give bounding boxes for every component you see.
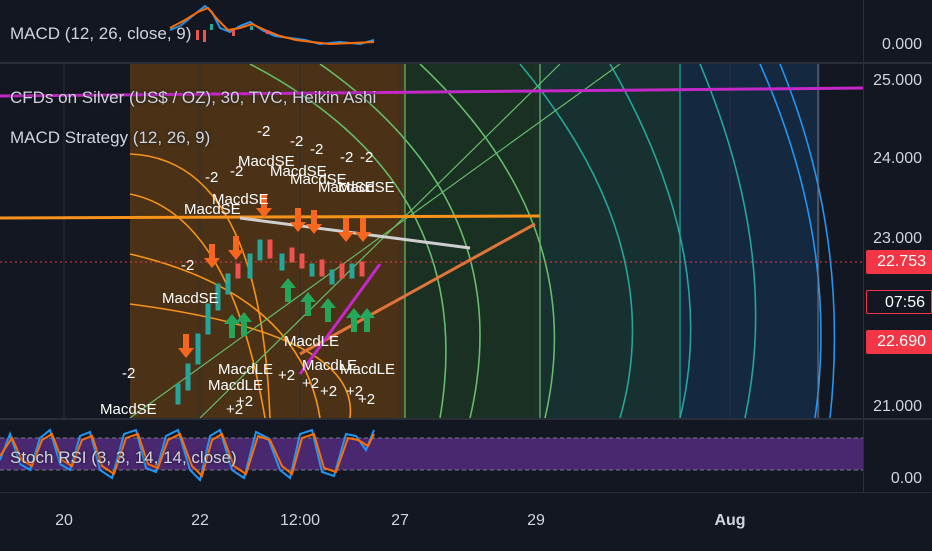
stoch-rsi-legend[interactable]: Stoch RSI (3, 3, 14, 14, close) [10, 448, 237, 468]
signal-label: MacdLE [208, 377, 263, 394]
macd-legend: MACD (12, 26, close, 9) [10, 24, 192, 43]
signal-label: MacdSE [100, 401, 157, 418]
macd-axis-tick: 0.000 [881, 36, 922, 53]
signal-qty: +2 [358, 391, 375, 408]
bar-countdown-badge: 07:56 [866, 290, 932, 314]
macd-pane[interactable]: MACD (12, 26, close, 9) [0, 0, 864, 62]
price-axis-tick: 23.000 [873, 230, 922, 247]
price-plot: -2 MacdSE -2 MacdSE -2 MacdSE -2 MacdSE … [0, 64, 864, 418]
time-axis-label: 20 [55, 512, 73, 529]
signal-label: MacdLE [284, 333, 339, 350]
price-axis-tick: 21.000 [873, 398, 922, 415]
time-axis-label: 22 [191, 512, 209, 529]
symbol-legend[interactable]: CFDs on Silver (US$ / OZ), 30, TVC, Heik… [10, 88, 376, 108]
signal-qty: -2 [310, 141, 323, 158]
signal-label: MacdSE [338, 179, 395, 196]
main-price-axis[interactable]: 25.000 24.000 23.000 21.000 [863, 64, 932, 418]
stoch-rsi-pane[interactable]: Stoch RSI (3, 3, 14, 14, close) [0, 420, 864, 492]
time-axis[interactable] [0, 492, 932, 551]
time-axis-label: Aug [714, 512, 746, 529]
macd-price-axis[interactable]: 0.000 [863, 0, 932, 62]
signal-qty: +2 [278, 367, 295, 384]
signal-qty: -2 [181, 257, 194, 274]
time-axis-label: 27 [391, 512, 409, 529]
signal-label: MacdLE [340, 361, 395, 378]
signal-qty: -2 [122, 365, 135, 382]
signal-qty: -2 [205, 169, 218, 186]
signal-label: MacdSE [162, 290, 219, 307]
price-axis-tick: 24.000 [873, 150, 922, 167]
price-axis-tick: 25.000 [873, 72, 922, 89]
signal-label: MacdLE [218, 361, 273, 378]
signal-qty: -2 [340, 149, 353, 166]
signal-qty: -2 [290, 133, 303, 150]
main-chart-pane[interactable]: -2 MacdSE -2 MacdSE -2 MacdSE -2 MacdSE … [0, 64, 864, 418]
strategy-legend[interactable]: MACD Strategy (12, 26, 9) [10, 128, 210, 148]
signal-qty: +2 [236, 393, 253, 410]
stoch-axis-tick: 0.00 [890, 470, 922, 487]
signal-qty: +2 [320, 383, 337, 400]
time-axis-label: 29 [527, 512, 545, 529]
signal-qty: -2 [257, 123, 270, 140]
signal-qty: +2 [302, 375, 319, 392]
time-axis-label: 12:00 [279, 512, 321, 529]
low-price-badge: 22.690 [866, 330, 932, 354]
last-price-badge: 22.753 [866, 250, 932, 274]
signal-qty: -2 [360, 149, 373, 166]
stoch-price-axis[interactable]: 0.00 [863, 420, 932, 492]
signal-label: MacdSE [212, 191, 269, 208]
